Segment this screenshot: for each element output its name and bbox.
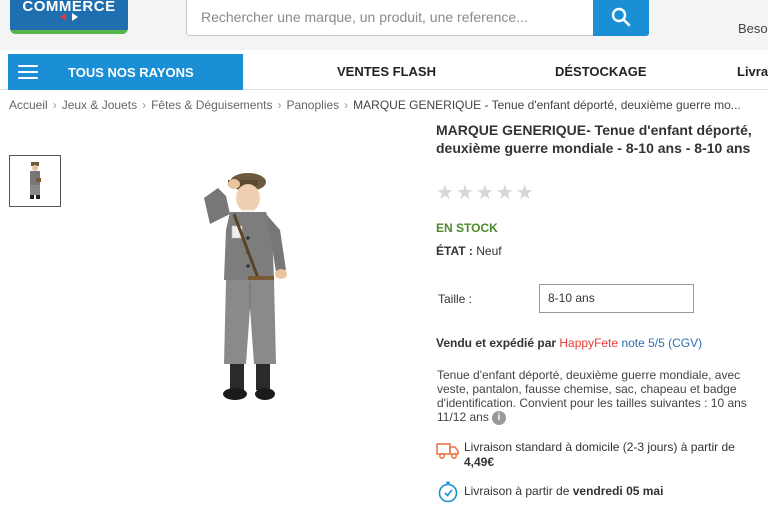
rating-stars[interactable]: ★ ★ ★ ★ ★ bbox=[436, 183, 534, 203]
site-logo[interactable]: COMMERCE bbox=[10, 0, 128, 34]
top-header: COMMERCE Beso bbox=[0, 0, 768, 50]
standard-delivery-text: Livraison standard à domicile (2-3 jours… bbox=[464, 440, 735, 454]
breadcrumb-current: MARQUE GENERIQUE - Tenue d'enfant déport… bbox=[353, 98, 741, 112]
product-thumbnail[interactable] bbox=[9, 155, 61, 207]
product-image bbox=[204, 173, 287, 400]
breadcrumb-item-accueil[interactable]: Accueil bbox=[9, 98, 48, 112]
stopwatch-icon bbox=[438, 481, 458, 503]
seller-info: Vendu et expédié par HappyFete note 5/5 … bbox=[436, 336, 702, 350]
condition-value: Neuf bbox=[476, 244, 502, 258]
search-button[interactable] bbox=[593, 0, 649, 36]
product-title: MARQUE GENERIQUE- Tenue d'enfant déporté… bbox=[436, 122, 752, 156]
all-departments-button[interactable]: TOUS NOS RAYONS bbox=[8, 54, 243, 90]
breadcrumb-item-jeux-jouets[interactable]: Jeux & Jouets bbox=[62, 98, 137, 112]
star-icon: ★ bbox=[455, 182, 474, 204]
breadcrumb-separator: › bbox=[277, 98, 282, 112]
product-description: Tenue d'enfant déporté, deuxième guerre … bbox=[437, 368, 747, 425]
seller-label: Vendu et expédié par bbox=[436, 336, 557, 350]
standard-delivery-price: 4,49€ bbox=[464, 455, 495, 469]
breadcrumb-item-panoplies[interactable]: Panoplies bbox=[286, 98, 339, 112]
size-label: Taille : bbox=[438, 292, 473, 306]
breadcrumb-separator: › bbox=[344, 98, 349, 112]
nav-destockage[interactable]: DÉSTOCKAGE bbox=[555, 54, 647, 90]
star-icon: ★ bbox=[475, 182, 494, 204]
truck-icon bbox=[436, 443, 459, 460]
nav-ventes-flash[interactable]: VENTES FLASH bbox=[337, 54, 436, 90]
delivery-date: Livraison à partir de vendredi 05 mai bbox=[436, 480, 744, 507]
size-select[interactable]: 8-10 ans bbox=[539, 284, 694, 313]
description-text: Tenue d'enfant déporté, deuxième guerre … bbox=[437, 368, 747, 424]
standard-delivery: Livraison standard à domicile (2-3 jours… bbox=[436, 440, 744, 470]
search-icon bbox=[611, 7, 631, 27]
thumbnail-image bbox=[30, 162, 41, 199]
condition: ÉTAT : Neuf bbox=[436, 244, 502, 258]
search-input[interactable] bbox=[186, 0, 594, 36]
star-icon: ★ bbox=[495, 182, 514, 204]
delivery-date-text: Livraison à partir de bbox=[464, 484, 570, 498]
breadcrumb: Accueil › Jeux & Jouets › Fêtes & Déguis… bbox=[9, 98, 741, 112]
main-nav: TOUS NOS RAYONS VENTES FLASH DÉSTOCKAGE … bbox=[0, 54, 768, 90]
all-departments-label: TOUS NOS RAYONS bbox=[68, 64, 194, 80]
menu-icon bbox=[18, 65, 38, 79]
stock-status: EN STOCK bbox=[436, 221, 498, 235]
nav-livraison[interactable]: Livrai bbox=[737, 54, 768, 90]
star-icon: ★ bbox=[436, 182, 454, 204]
breadcrumb-item-fetes-deguisements[interactable]: Fêtes & Déguisements bbox=[151, 98, 272, 112]
account-link[interactable]: Beso bbox=[738, 21, 768, 36]
logo-stripe bbox=[10, 30, 128, 34]
star-icon: ★ bbox=[515, 182, 534, 204]
info-icon[interactable]: i bbox=[491, 410, 506, 425]
delivery-date-value: vendredi 05 mai bbox=[572, 484, 664, 498]
breadcrumb-separator: › bbox=[142, 98, 147, 112]
seller-rating-link[interactable]: note 5/5 (CGV) bbox=[621, 336, 702, 350]
condition-label: ÉTAT : bbox=[436, 244, 473, 258]
seller-link[interactable]: HappyFete bbox=[559, 336, 618, 350]
breadcrumb-separator: › bbox=[52, 98, 57, 112]
carrefour-logo-icon bbox=[60, 13, 78, 21]
